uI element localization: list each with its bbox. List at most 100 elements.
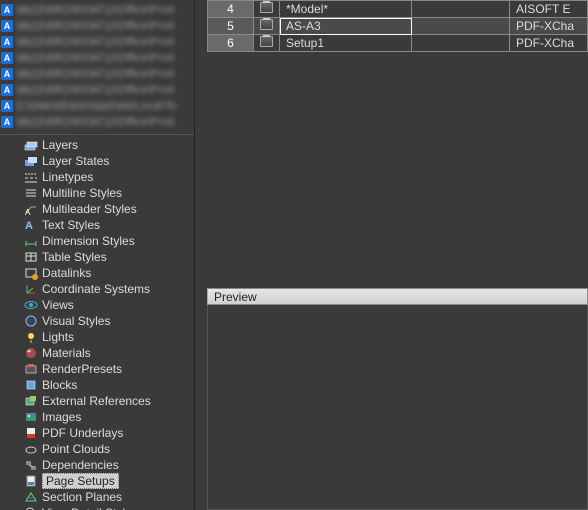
tree-item-layer-states[interactable]: Layer States xyxy=(10,153,194,169)
device-cell[interactable] xyxy=(412,35,510,52)
tree-item-label: Materials xyxy=(42,346,91,360)
tree-item-label: Lights xyxy=(42,330,74,344)
tree-item-label: Multiline Styles xyxy=(42,186,122,200)
tree-item-page-setups[interactable]: Page Setups xyxy=(10,473,194,489)
preview-header: Preview xyxy=(207,288,588,305)
tree-item-layers[interactable]: Layers xyxy=(10,137,194,153)
table-icon xyxy=(24,250,38,264)
tree-item-label: Dimension Styles xyxy=(42,234,135,248)
drawing-file-icon: A xyxy=(1,20,13,32)
tree-item-label: Layer States xyxy=(42,154,109,168)
file-row[interactable]: A\ds12\ARCHIV\AT12\Office\Prod xyxy=(0,66,194,82)
tree-item-images[interactable]: Images xyxy=(10,409,194,425)
tree-item-lights[interactable]: Lights xyxy=(10,329,194,345)
tree-item-datalinks[interactable]: Datalinks xyxy=(10,265,194,281)
tree-item-label: Multileader Styles xyxy=(42,202,137,216)
setup-name-cell[interactable]: Setup1 xyxy=(280,35,412,52)
driver-cell[interactable]: PDF-XCha xyxy=(510,35,588,52)
device-cell[interactable] xyxy=(412,18,510,35)
row-number: 6 xyxy=(208,35,254,52)
printer-icon xyxy=(254,1,280,18)
tree-item-renderpresets[interactable]: RenderPresets xyxy=(10,361,194,377)
svg-text:A: A xyxy=(25,220,33,232)
left-panel: A\ds12\ARCHIV\AT12\Office\ProdA\ds12\ARC… xyxy=(0,0,195,510)
printer-icon xyxy=(254,35,280,52)
tree-item-dependencies[interactable]: Dependencies xyxy=(10,457,194,473)
tree-item-materials[interactable]: Materials xyxy=(10,345,194,361)
row-number: 4 xyxy=(208,1,254,18)
datalink-icon xyxy=(24,266,38,280)
grid-table[interactable]: 4 *Model* AISOFT E 5 AS-A3 PDF-XCha 6 Setup1 PDF… xyxy=(207,0,588,52)
layer-states-icon xyxy=(24,154,38,168)
file-row[interactable]: A\ds12\ARCHIV\AT12\Office\Prod xyxy=(0,2,194,18)
tree-item-coordinate-systems[interactable]: Coordinate Systems xyxy=(10,281,194,297)
tree-item-label: Page Setups xyxy=(42,473,119,489)
tree-item-point-clouds[interactable]: Point Clouds xyxy=(10,441,194,457)
tree-item-visual-styles[interactable]: Visual Styles xyxy=(10,313,194,329)
row-number: 5 xyxy=(208,18,254,35)
tree-item-linetypes[interactable]: Linetypes xyxy=(10,169,194,185)
file-path: \ds12\ARCHIV\AT12\Office\Prod xyxy=(16,52,194,65)
tree-item-label: Text Styles xyxy=(42,218,100,232)
tree-item-label: External References xyxy=(42,394,151,408)
table-row[interactable]: 4 *Model* AISOFT E xyxy=(208,1,588,18)
dimension-icon xyxy=(24,234,38,248)
file-row[interactable]: A\ds12\ARCHIV\AT12\Office\Prod xyxy=(0,82,194,98)
tree-item-view-detail-styles[interactable]: View Detail Styles xyxy=(10,505,194,510)
preview-body xyxy=(207,305,588,510)
file-row[interactable]: A\ds12\ARCHIV\AT12\Office\Prod xyxy=(0,50,194,66)
tree-item-external-references[interactable]: External References xyxy=(10,393,194,409)
linetypes-icon xyxy=(24,170,38,184)
drawing-file-icon: A xyxy=(1,4,13,16)
tree-item-section-planes[interactable]: Section Planes xyxy=(10,489,194,505)
file-list: A\ds12\ARCHIV\AT12\Office\ProdA\ds12\ARC… xyxy=(0,0,194,135)
driver-cell[interactable]: PDF-XCha xyxy=(510,18,588,35)
drawing-file-icon: A xyxy=(1,116,13,128)
file-row[interactable]: AC:\Users\franz\AppData\Local\Te xyxy=(0,98,194,114)
setup-name-cell[interactable]: *Model* xyxy=(280,1,412,18)
lights-icon xyxy=(24,330,38,344)
table-row[interactable]: 5 AS-A3 PDF-XCha xyxy=(208,18,588,35)
tree-item-multiline-styles[interactable]: Multiline Styles xyxy=(10,185,194,201)
coord-icon xyxy=(24,282,38,296)
tree-item-text-styles[interactable]: A Text Styles xyxy=(10,217,194,233)
tree-item-blocks[interactable]: Blocks xyxy=(10,377,194,393)
drawing-file-icon: A xyxy=(1,36,13,48)
grid-area: 4 *Model* AISOFT E 5 AS-A3 PDF-XCha 6 Setup1 PDF… xyxy=(207,0,588,288)
materials-icon xyxy=(24,346,38,360)
tree-item-dimension-styles[interactable]: Dimension Styles xyxy=(10,233,194,249)
views-icon xyxy=(24,298,38,312)
file-path: \ds12\ARCHIV\AT12\Office\Prod xyxy=(16,20,194,33)
tree-item-multileader-styles[interactable]: A Multileader Styles xyxy=(10,201,194,217)
file-row[interactable]: A\ds12\ARCHIV\AT12\Office\Prod xyxy=(0,34,194,50)
tree-item-label: Views xyxy=(42,298,74,312)
table-row[interactable]: 6 Setup1 PDF-XCha xyxy=(208,35,588,52)
multiline-icon xyxy=(24,186,38,200)
blocks-icon xyxy=(24,378,38,392)
file-row[interactable]: A\ds12\ARCHIV\AT12\Office\Prod xyxy=(0,18,194,34)
dep-icon xyxy=(24,458,38,472)
preview-title: Preview xyxy=(214,290,257,304)
tree-item-label: Linetypes xyxy=(42,170,93,184)
tree-item-label: Blocks xyxy=(42,378,77,392)
pagesetup-icon xyxy=(24,474,38,488)
file-path: \ds12\ARCHIV\AT12\Office\Prod xyxy=(16,36,194,49)
device-cell[interactable] xyxy=(412,1,510,18)
tree-item-label: Layers xyxy=(42,138,78,152)
file-path: C:\Users\franz\AppData\Local\Te xyxy=(16,100,194,113)
driver-cell[interactable]: AISOFT E xyxy=(510,1,588,18)
category-tree: Layers Layer States Linetypes Multiline Sty… xyxy=(0,135,194,510)
tree-item-pdf-underlays[interactable]: PDF Underlays xyxy=(10,425,194,441)
images-icon xyxy=(24,410,38,424)
drawing-file-icon: A xyxy=(1,68,13,80)
tree-item-label: Coordinate Systems xyxy=(42,282,150,296)
file-path: \ds12\ARCHIV\AT12\Office\Prod xyxy=(16,116,194,129)
tree-item-label: Dependencies xyxy=(42,458,119,472)
setup-name-cell[interactable]: AS-A3 xyxy=(280,18,412,35)
right-panel: 4 *Model* AISOFT E 5 AS-A3 PDF-XCha 6 Setup1 PDF… xyxy=(195,0,588,510)
file-row[interactable]: A\ds12\ARCHIV\AT12\Office\Prod xyxy=(0,114,194,130)
multileader-icon: A xyxy=(24,202,38,216)
page-setups-grid: 4 *Model* AISOFT E 5 AS-A3 PDF-XCha 6 Setup1 PDF… xyxy=(207,0,588,52)
tree-item-views[interactable]: Views xyxy=(10,297,194,313)
tree-item-table-styles[interactable]: Table Styles xyxy=(10,249,194,265)
